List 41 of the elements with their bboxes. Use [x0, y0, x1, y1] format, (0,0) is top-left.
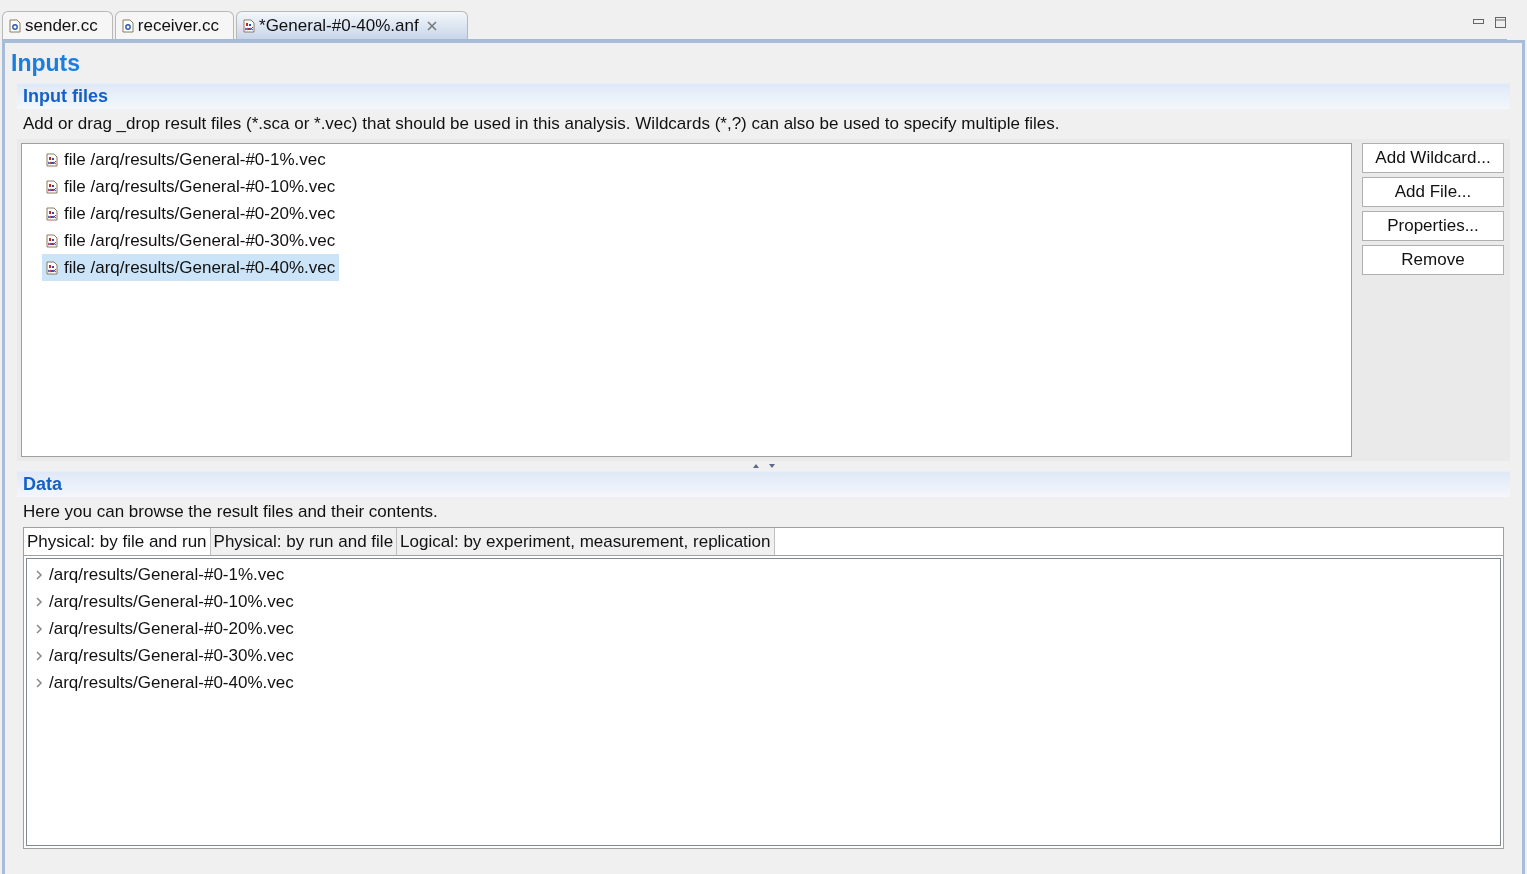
section-title: Input files: [23, 85, 108, 108]
tree-item[interactable]: /arq/results/General-#0-10%.vec: [27, 588, 1500, 615]
tree-item[interactable]: /arq/results/General-#0-30%.vec: [27, 642, 1500, 669]
chart-file-icon: [243, 18, 255, 33]
section-description: Here you can browse the result files and their contents.: [22, 501, 439, 523]
tree-item[interactable]: /arq/results/General-#0-1%.vec: [27, 561, 1500, 588]
maximize-icon[interactable]: [1495, 17, 1507, 29]
sash-arrows-icon[interactable]: [751, 463, 776, 469]
chart-file-icon: [46, 260, 58, 275]
action-button[interactable]: Remove: [1362, 245, 1504, 275]
collapsed-icon[interactable]: [35, 677, 43, 688]
chart-file-icon: [46, 179, 58, 194]
file-list-item[interactable]: file /arq/results/General-#0-30%.vec: [42, 227, 340, 254]
collapsed-icon[interactable]: [35, 596, 43, 607]
collapsed-icon[interactable]: [35, 569, 43, 580]
c-file-icon: [9, 18, 21, 33]
editor-tab[interactable]: sender.cc: [2, 11, 113, 39]
collapsed-icon[interactable]: [35, 623, 43, 634]
action-button[interactable]: Properties...: [1362, 211, 1504, 241]
chart-file-icon: [46, 206, 58, 221]
file-list-item[interactable]: file /arq/results/General-#0-1%.vec: [42, 146, 330, 173]
section-title: Data: [23, 473, 62, 496]
section-description: Add or drag _drop result files (*.sca or *.vec) that should be used in this analysis. Wildcards (*,?) can also be used to specify multiple files.: [22, 113, 1061, 135]
file-list-item[interactable]: file /arq/results/General-#0-10%.vec: [42, 173, 340, 200]
file-list-item[interactable]: file /arq/results/General-#0-40%.vec: [42, 254, 340, 281]
file-list-item[interactable]: file /arq/results/General-#0-20%.vec: [42, 200, 340, 227]
action-button[interactable]: Add File...: [1362, 177, 1504, 207]
collapsed-icon[interactable]: [35, 650, 43, 661]
page-title: Inputs: [11, 48, 80, 78]
chart-file-icon: [46, 233, 58, 248]
view-tab[interactable]: Physical: by run and file: [210, 528, 398, 555]
editor-tab[interactable]: receiver.cc: [114, 11, 234, 39]
c-file-icon: [121, 18, 134, 33]
close-icon[interactable]: [426, 20, 437, 31]
tree-item[interactable]: /arq/results/General-#0-40%.vec: [27, 669, 1500, 696]
editor-tab[interactable]: *General-#0-40%.anf: [236, 11, 468, 39]
chart-file-icon: [46, 152, 58, 167]
tree-item[interactable]: /arq/results/General-#0-20%.vec: [27, 615, 1500, 642]
minimize-icon[interactable]: [1473, 19, 1485, 25]
action-button[interactable]: Add Wildcard...: [1362, 143, 1504, 173]
view-tab[interactable]: Logical: by experiment, measurement, replication: [397, 528, 775, 555]
